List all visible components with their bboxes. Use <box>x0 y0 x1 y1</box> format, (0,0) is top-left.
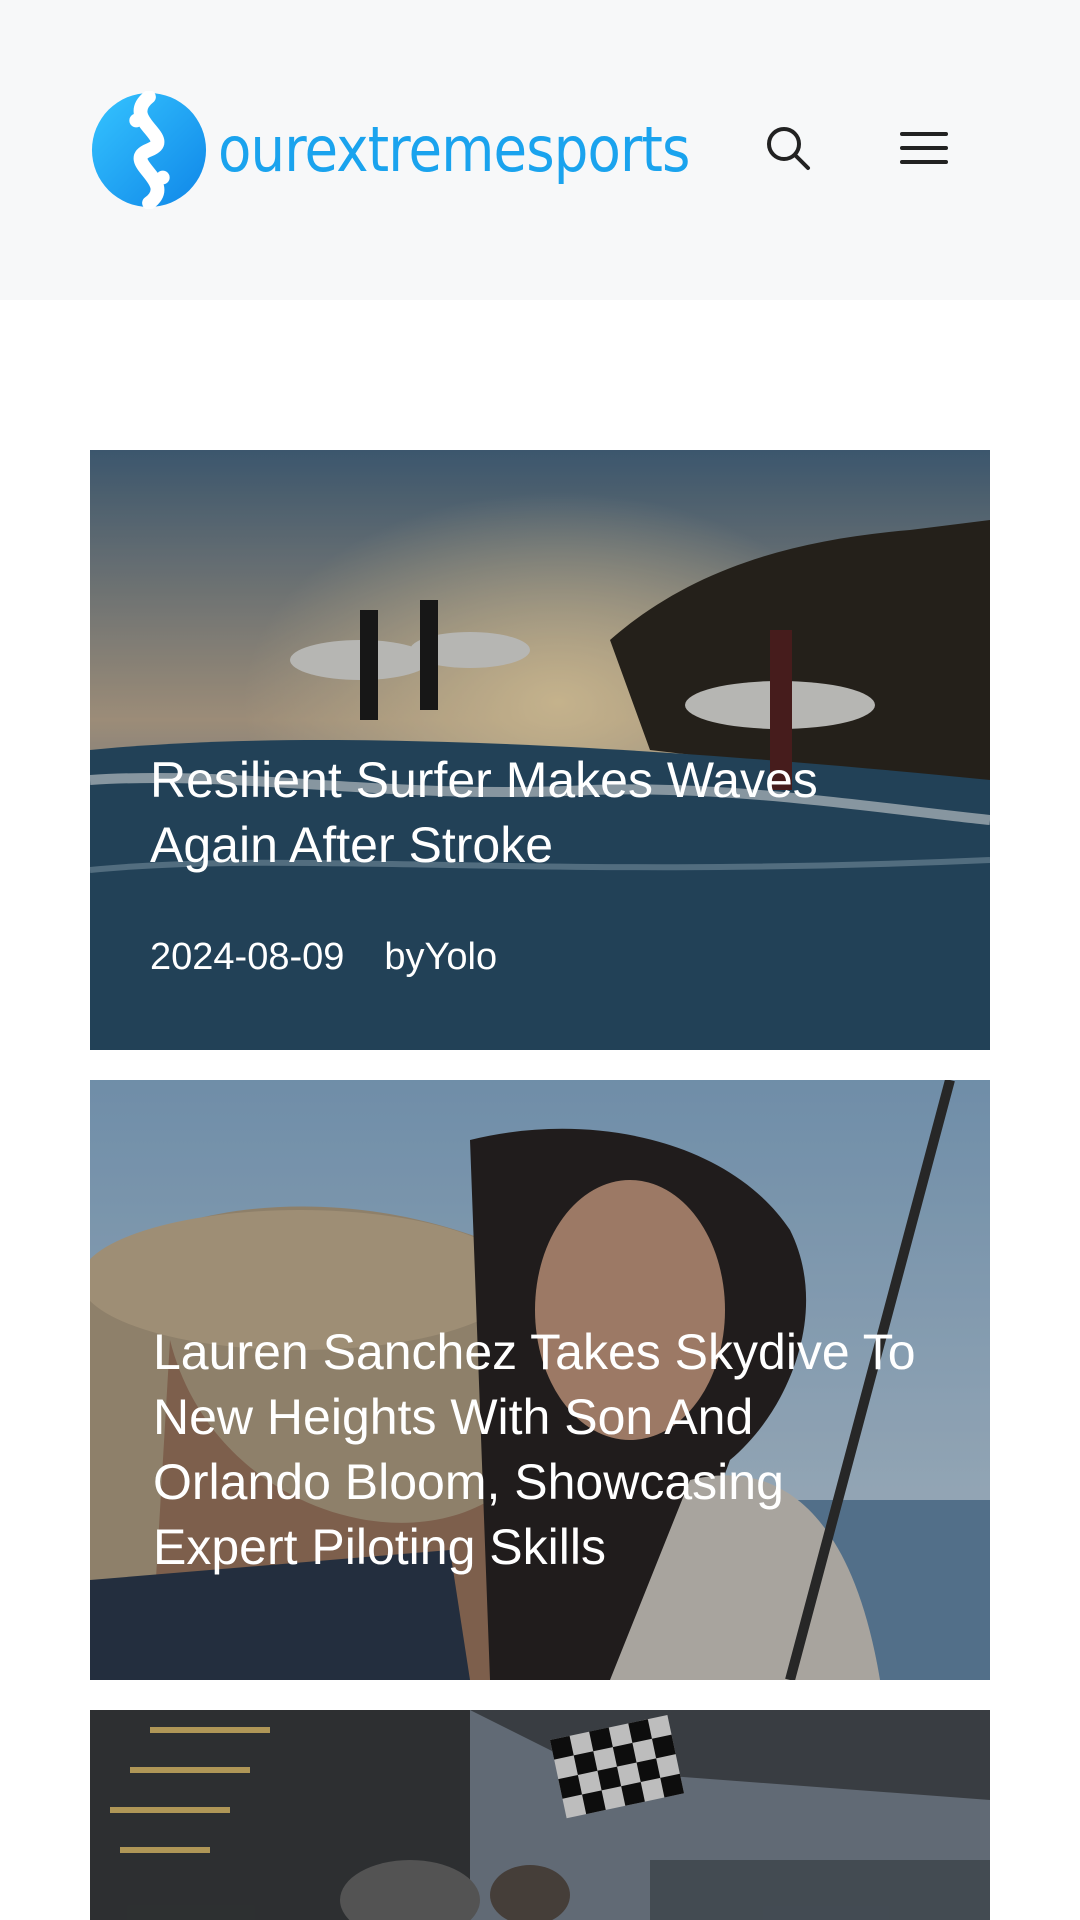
post-author[interactable]: byYolo <box>384 936 497 979</box>
image-overlay <box>90 1710 990 1920</box>
logo-text: ourextremesports <box>218 113 690 186</box>
logo-mark-icon <box>91 91 207 209</box>
site-logo[interactable]: ourextremesports <box>90 88 754 212</box>
post-card[interactable]: Lauren Sanchez Takes Skydive To New Heig… <box>90 1080 990 1680</box>
post-meta: 2024-08-09 byYolo <box>150 936 497 979</box>
search-icon <box>767 127 810 170</box>
hamburger-menu-icon <box>900 132 948 164</box>
post-date: 2024-08-09 <box>150 936 345 978</box>
post-title[interactable]: Lauren Sanchez Takes Skydive To New Heig… <box>153 1320 933 1580</box>
menu-button[interactable] <box>894 118 954 178</box>
site-header: ourextremesports <box>0 0 1080 300</box>
search-button[interactable] <box>758 118 818 178</box>
post-card[interactable]: Resilient Surfer Makes Waves Again After… <box>90 450 990 1050</box>
post-title[interactable]: Resilient Surfer Makes Waves Again After… <box>150 748 930 878</box>
post-card[interactable] <box>90 1710 990 1920</box>
